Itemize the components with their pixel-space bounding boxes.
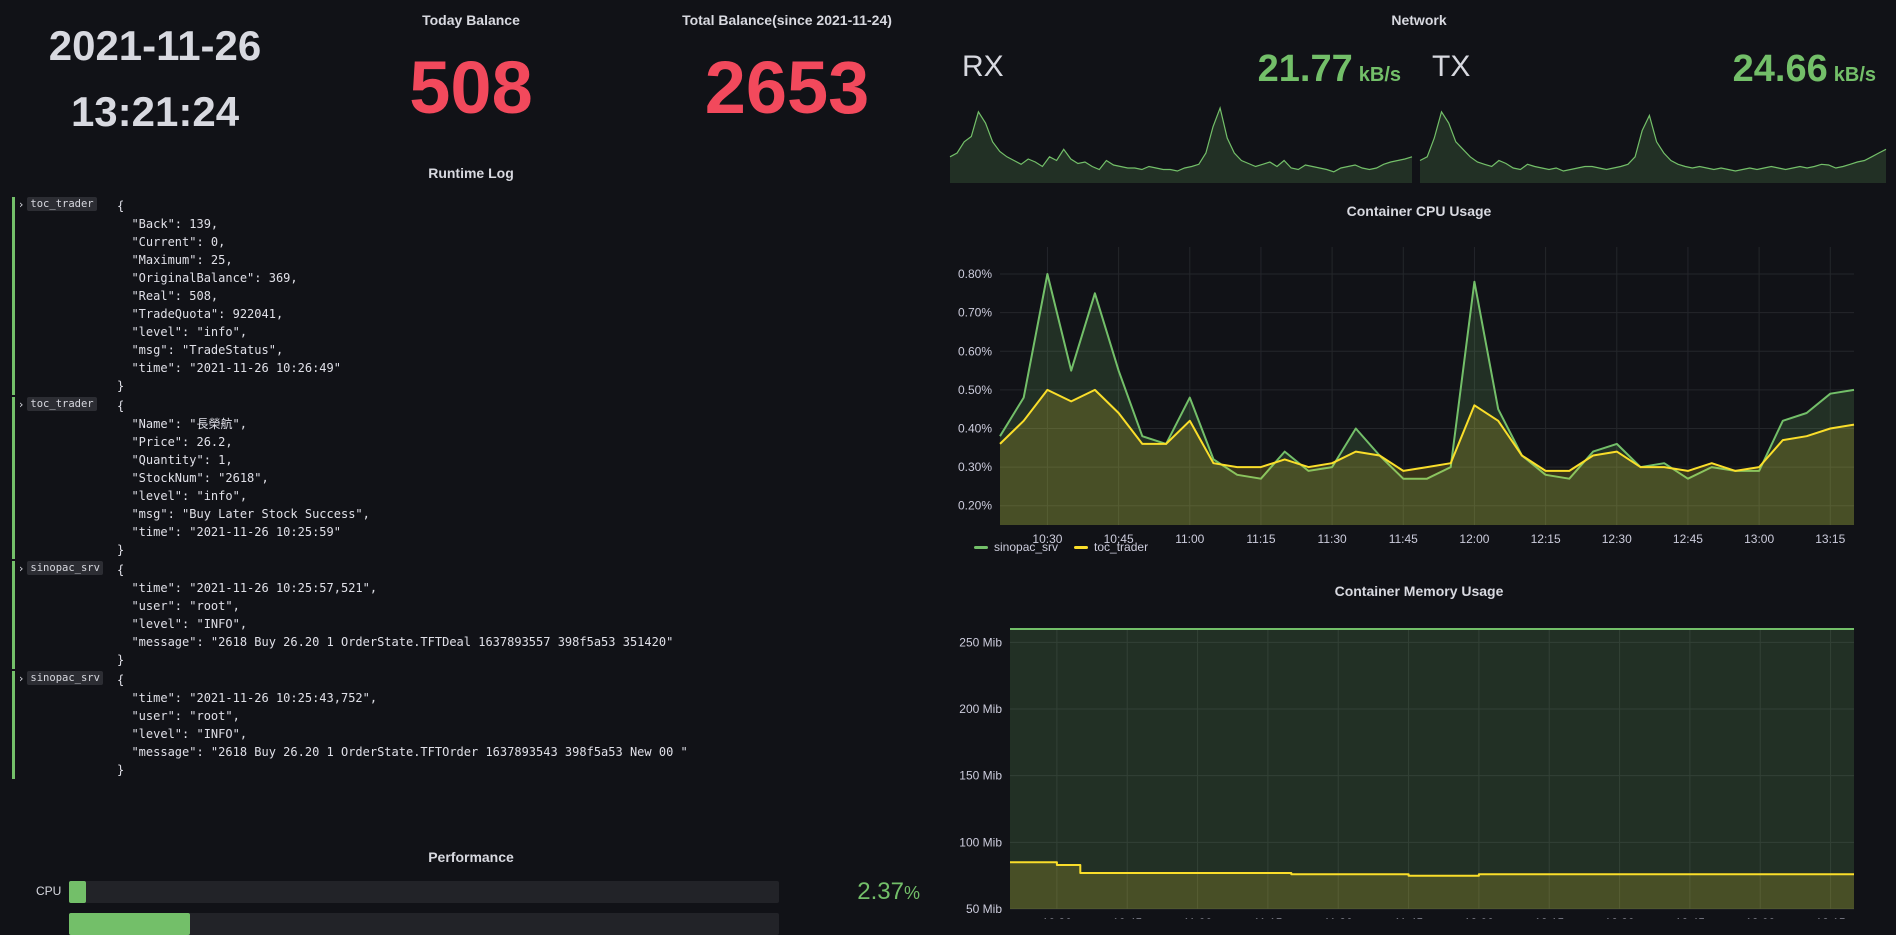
rx-value: 21.77kB/s (1258, 48, 1401, 91)
panel-title: Performance (0, 849, 942, 865)
chevron-right-icon[interactable]: › (19, 198, 23, 211)
panel-title: Container CPU Usage (942, 203, 1896, 219)
perf-row-cpu: CPU 2.37% (0, 881, 930, 903)
y-tick-label: 250 Mib (959, 635, 1002, 649)
container-tag: sinopac_srv (27, 671, 103, 685)
x-tick-label: 13:15 (1815, 532, 1845, 546)
total-balance-value: 2653 (632, 45, 942, 130)
memory-chart[interactable]: 50 Mib100 Mib150 Mib200 Mib250 Mib10:301… (942, 609, 1896, 919)
container-tag: toc_trader (27, 397, 96, 411)
x-tick-label: 12:00 (1459, 532, 1489, 546)
y-tick-label: 100 Mib (959, 835, 1002, 849)
perf-bar-fill (69, 881, 86, 903)
today-balance-panel[interactable]: Today Balance 508 (310, 0, 632, 150)
log-entry-header[interactable]: › sinopac_srv (19, 561, 103, 575)
log-entry-header[interactable]: › toc_trader (19, 197, 97, 211)
x-tick-label: 11:45 (1389, 532, 1418, 546)
y-tick-label: 0.40% (958, 421, 992, 435)
log-entry-header[interactable]: › toc_trader (19, 397, 97, 411)
log-entry-body: { "Back": 139, "Current": 0, "Maximum": … (117, 197, 912, 395)
x-tick-label: 13:00 (1744, 532, 1774, 546)
panel-title: Container Memory Usage (942, 583, 1896, 599)
x-tick-label: 11:15 (1246, 532, 1275, 546)
tx-value: 24.66kB/s (1733, 48, 1876, 91)
sparkline-line-tx (1420, 112, 1886, 171)
sparkline-line-rx (950, 108, 1412, 172)
chevron-right-icon[interactable]: › (19, 562, 23, 575)
x-tick-label: 11:00 (1175, 532, 1204, 546)
perf-bar-track (69, 881, 779, 903)
y-tick-label: 0.20% (958, 499, 992, 513)
total-balance-panel[interactable]: Total Balance(since 2021-11-24) 2653 (632, 0, 942, 150)
y-tick-label: 150 Mib (959, 769, 1002, 783)
cpu-chart-panel[interactable]: Container CPU Usage 0.20% 0.30% 0.40% 0.50%… (942, 195, 1896, 575)
chevron-right-icon[interactable]: › (19, 672, 23, 685)
x-tick-label: 12:45 (1673, 532, 1703, 546)
perf-label: CPU (36, 884, 61, 898)
log-list: › toc_trader { "Back": 139, "Current": 0, … (12, 197, 912, 781)
panel-title: Today Balance (310, 12, 632, 28)
log-entry-body: { "Name": "長榮航", "Price": 26.2, "Quantit… (117, 397, 912, 559)
runtime-log-panel: Runtime Log › toc_trader { "Back": 139, "C… (0, 160, 942, 840)
panel-title: Runtime Log (0, 165, 942, 181)
clock-date: 2021-11-26 (0, 22, 310, 70)
rx-label: RX (962, 50, 1004, 84)
x-tick-label: 11:30 (1318, 532, 1347, 546)
cpu-chart[interactable]: 0.20%0.30%0.40%0.50%0.60%0.70%0.80%10:30… (942, 225, 1896, 575)
perf-bar-fill (69, 913, 190, 935)
cpu-legend: sinopac_srv toc_trader (974, 540, 1148, 554)
y-tick-label: 0.60% (958, 344, 992, 358)
log-entry[interactable]: › sinopac_srv { "time": "2021-11-26 10:25:… (12, 561, 912, 669)
panel-title: Network (942, 12, 1896, 28)
perf-row-memory (0, 913, 930, 935)
log-entry[interactable]: › toc_trader { "Name": "長榮航", "Price": 26.… (12, 397, 912, 559)
log-entry[interactable]: › toc_trader { "Back": 139, "Current": 0, … (12, 197, 912, 395)
log-entry-body: { "time": "2021-11-26 10:25:43,752", "us… (117, 671, 912, 779)
y-tick-label: 50 Mib (966, 902, 1002, 916)
container-tag: sinopac_srv (27, 561, 103, 575)
sparkline-area-tx (1420, 112, 1886, 183)
x-tick-label: 12:30 (1602, 532, 1632, 546)
legend-item-sinopac-srv[interactable]: sinopac_srv (974, 540, 1058, 554)
panel-title: Total Balance(since 2021-11-24) (632, 12, 942, 28)
performance-panel: Performance CPU 2.37% (0, 845, 942, 919)
x-tick-label: 12:15 (1531, 532, 1561, 546)
y-tick-label: 0.50% (958, 383, 992, 397)
clock-time: 13:21:24 (0, 88, 310, 136)
tx-label: TX (1432, 50, 1470, 84)
network-panel[interactable]: Network RX 21.77kB/s TX 24.66kB/s (942, 0, 1896, 195)
y-tick-label: 200 Mib (959, 702, 1002, 716)
y-tick-label: 0.80% (958, 267, 992, 281)
perf-value: 2.37% (857, 878, 920, 906)
y-tick-label: 0.70% (958, 306, 992, 320)
y-tick-label: 0.30% (958, 460, 992, 474)
today-balance-value: 508 (310, 45, 632, 130)
chevron-right-icon[interactable]: › (19, 398, 23, 411)
clock-panel: 2021-11-26 13:21:24 (0, 0, 310, 150)
container-tag: toc_trader (27, 197, 96, 211)
series-area-sinopac-srv (1010, 629, 1854, 909)
network-sparklines (942, 0, 1896, 195)
perf-bar-track (69, 913, 779, 935)
sparkline-area-rx (950, 108, 1412, 183)
memory-chart-panel[interactable]: Container Memory Usage 50 Mib 100 Mib 150 … (942, 575, 1896, 919)
log-entry-header[interactable]: › sinopac_srv (19, 671, 103, 685)
log-entry[interactable]: › sinopac_srv { "time": "2021-11-26 10:25:… (12, 671, 912, 779)
legend-item-toc-trader[interactable]: toc_trader (1074, 540, 1148, 554)
log-entry-body: { "time": "2021-11-26 10:25:57,521", "us… (117, 561, 912, 669)
